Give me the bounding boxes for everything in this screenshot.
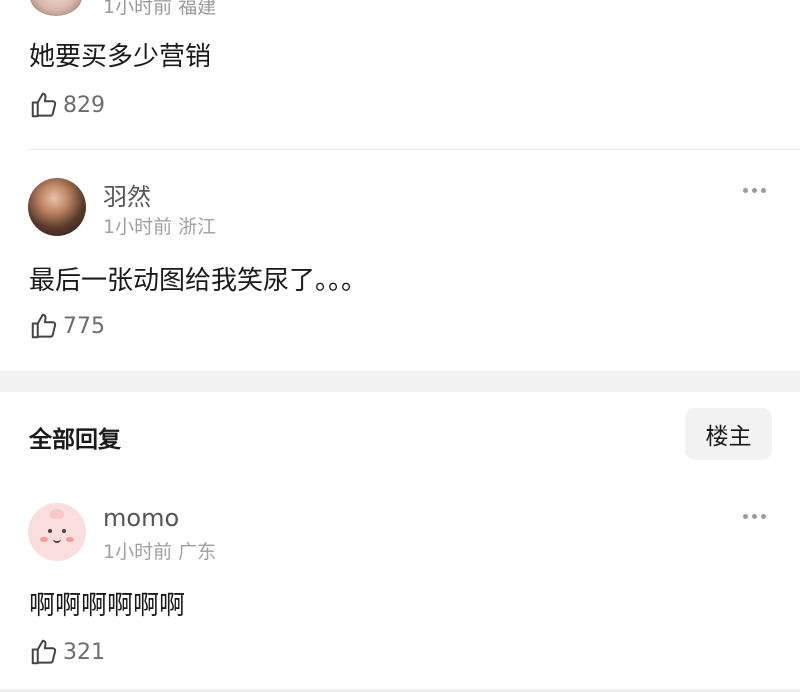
like-button[interactable]: 829: [29, 90, 105, 120]
more-dots-icon[interactable]: [743, 514, 766, 519]
section-title: 全部回复: [29, 427, 121, 453]
like-button[interactable]: 775: [29, 311, 105, 341]
username[interactable]: momo: [103, 504, 179, 532]
comment-meta: 1小时前 福建: [103, 0, 217, 18]
section-separator: [0, 371, 800, 392]
avatar[interactable]: [28, 503, 86, 561]
like-count: 775: [63, 313, 105, 339]
username[interactable]: 羽然: [103, 177, 151, 212]
avatar[interactable]: [28, 178, 86, 236]
more-dots-icon[interactable]: [743, 188, 766, 193]
thumbs-up-icon: [29, 637, 59, 667]
comment-text: 最后一张动图给我笑尿了。。。: [29, 266, 368, 296]
like-count: 829: [63, 92, 105, 118]
thumbs-up-icon: [29, 311, 59, 341]
like-button[interactable]: 321: [29, 637, 105, 667]
avatar[interactable]: [30, 0, 82, 16]
comment-meta: 1小时前 广东: [103, 541, 217, 563]
thumbs-up-icon: [29, 90, 59, 120]
comment-meta: 1小时前 浙江: [103, 216, 217, 238]
reply-text: 啊啊啊啊啊啊: [29, 591, 186, 621]
like-count: 321: [63, 639, 105, 665]
divider: [28, 149, 800, 150]
comment-text: 她要买多少营销: [29, 42, 212, 72]
op-filter-button[interactable]: 楼主: [685, 408, 772, 460]
